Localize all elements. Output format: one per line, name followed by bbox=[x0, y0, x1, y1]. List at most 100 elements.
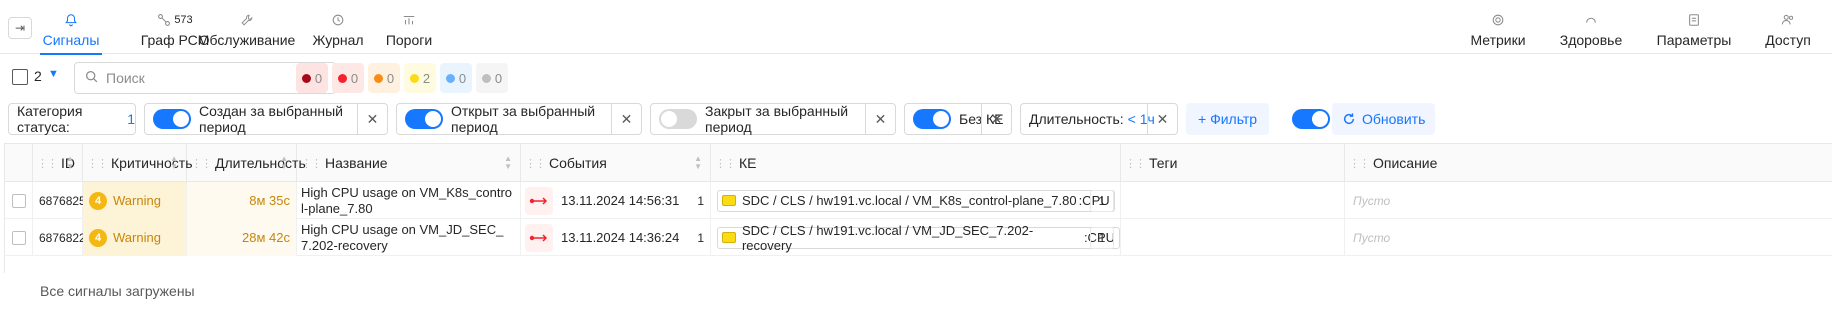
drag-handle-icon[interactable]: ⋮⋮ bbox=[87, 157, 108, 170]
tab-metrics[interactable]: Метрики bbox=[1468, 0, 1528, 54]
metrics-icon bbox=[1491, 12, 1505, 28]
auto-refresh-toggle[interactable] bbox=[1292, 109, 1330, 129]
drag-handle-icon[interactable]: ⋮⋮ bbox=[715, 157, 736, 170]
close-icon[interactable]: ✕ bbox=[865, 104, 895, 134]
closed-period-toggle[interactable] bbox=[659, 109, 697, 129]
criticality-level: 4 bbox=[89, 228, 107, 247]
event-count: 1 bbox=[697, 193, 704, 208]
ke-count[interactable]: 1 bbox=[1090, 226, 1114, 249]
refresh-button[interactable]: Обновить bbox=[1332, 103, 1436, 135]
history-icon bbox=[331, 12, 345, 28]
graph-count-badge: 573 bbox=[174, 14, 193, 26]
tab-thresholds[interactable]: Пороги bbox=[386, 0, 432, 54]
table-row[interactable]: 6876822 4 Warning 28м 42с High CPU usage… bbox=[5, 219, 1832, 256]
sort-icon[interactable]: ▲ ▼ bbox=[504, 155, 512, 171]
event-count: 1 bbox=[697, 230, 704, 245]
severity-filter-5[interactable]: 0 bbox=[476, 63, 508, 93]
tab-label: Параметры bbox=[1656, 32, 1732, 48]
cell-name[interactable]: High CPU usage on VM_JD_SEC_7.202-recove… bbox=[297, 219, 521, 256]
created-period-toggle[interactable] bbox=[153, 109, 191, 129]
cell-criticality: 4 Warning bbox=[83, 219, 187, 256]
severity-filter-4[interactable]: 0 bbox=[440, 63, 472, 93]
severity-filter-2[interactable]: 0 bbox=[368, 63, 400, 93]
drag-handle-icon[interactable]: ⋮⋮ bbox=[191, 157, 212, 170]
severity-dot-icon bbox=[409, 73, 419, 83]
tab-parameters[interactable]: Параметры bbox=[1656, 0, 1732, 54]
cell-description: Пусто bbox=[1345, 219, 1832, 256]
bell-icon bbox=[64, 12, 78, 28]
severity-filter-0[interactable]: 0 bbox=[296, 63, 328, 93]
filter-label: Категория статуса: bbox=[17, 103, 83, 135]
tab-label: Пороги bbox=[385, 32, 433, 48]
search-input[interactable] bbox=[106, 70, 326, 86]
tab-health[interactable]: Здоровье bbox=[1558, 0, 1624, 54]
sort-icon[interactable]: ▲ ▼ bbox=[170, 155, 178, 171]
column-header-description[interactable]: ⋮⋮ Описание bbox=[1345, 144, 1832, 182]
health-icon bbox=[1584, 12, 1598, 28]
severity-filter-1[interactable]: 0 bbox=[332, 63, 364, 93]
drag-handle-icon[interactable]: ⋮⋮ bbox=[525, 157, 546, 170]
tab-label: Журнал bbox=[312, 32, 364, 48]
cell-criticality: 4 Warning bbox=[83, 182, 187, 219]
refresh-icon bbox=[1342, 112, 1356, 126]
severity-dot-icon bbox=[373, 73, 383, 83]
status-category-filter[interactable]: Категория статуса: 1 bbox=[8, 103, 136, 135]
folder-icon bbox=[722, 195, 736, 206]
column-header-duration[interactable]: ⋮⋮ Длительность ▲ ▼ bbox=[187, 144, 306, 182]
column-header-criticality[interactable]: ⋮⋮ Критичность ▲ ▼ bbox=[83, 144, 193, 182]
event-arrow-icon bbox=[525, 223, 553, 252]
sort-icon[interactable]: ▲ ▼ bbox=[66, 155, 74, 171]
drag-handle-icon[interactable]: ⋮⋮ bbox=[37, 157, 58, 170]
ke-tag[interactable]: SDC / CLS / hw191.vc.local / VM_K8s_cont… bbox=[717, 189, 1115, 212]
ke-count[interactable]: 1 bbox=[1090, 189, 1114, 212]
close-icon[interactable]: ✕ bbox=[357, 104, 387, 134]
column-header-events[interactable]: ⋮⋮ События ▲ ▼ bbox=[521, 144, 711, 182]
column-header-tags[interactable]: ⋮⋮ Теги bbox=[1121, 144, 1345, 182]
column-header-name[interactable]: ⋮⋮ Название ▲ ▼ bbox=[297, 144, 521, 182]
signals-table: ⋮⋮ ID ▲ ▼ ⋮⋮ Критичность ▲ ▼ ⋮⋮ Длительнос… bbox=[4, 143, 1832, 273]
drag-handle-icon[interactable]: ⋮⋮ bbox=[1125, 157, 1146, 170]
no-ke-toggle[interactable] bbox=[913, 109, 951, 129]
sort-icon[interactable]: ▲ ▼ bbox=[280, 155, 288, 171]
graph-icon bbox=[158, 14, 171, 26]
cell-duration: 28м 42с bbox=[187, 219, 297, 256]
drag-handle-icon[interactable]: ⋮⋮ bbox=[301, 157, 322, 170]
column-header-id[interactable]: ⋮⋮ ID ▲ ▼ bbox=[33, 144, 83, 182]
opened-period-toggle[interactable] bbox=[405, 109, 443, 129]
ke-tag[interactable]: SDC / CLS / hw191.vc.local / VM_JD_SEC_7… bbox=[717, 223, 1120, 253]
sort-icon[interactable]: ▲ ▼ bbox=[694, 155, 702, 171]
severity-count: 2 bbox=[422, 70, 431, 86]
chevron-down-icon[interactable]: ▼ bbox=[48, 68, 59, 80]
tab-label: Метрики bbox=[1470, 32, 1526, 48]
close-icon[interactable]: ✕ bbox=[981, 104, 1011, 134]
add-filter-button[interactable]: + Фильтр bbox=[1186, 103, 1270, 135]
tab-label: Доступ bbox=[1765, 32, 1811, 48]
criticality-badge: 4 Warning bbox=[89, 191, 161, 210]
severity-dot-icon bbox=[301, 73, 311, 83]
drag-handle-icon[interactable]: ⋮⋮ bbox=[1349, 157, 1370, 170]
column-header-ke[interactable]: ⋮⋮ КЕ bbox=[711, 144, 1121, 182]
collapse-sidebar-icon[interactable]: ⇥ bbox=[8, 17, 32, 39]
severity-dot-icon bbox=[481, 73, 491, 83]
cell-name[interactable]: High CPU usage on VM_K8s_control-plane_7… bbox=[297, 182, 521, 219]
tab-label: Здоровье bbox=[1559, 32, 1623, 48]
selected-count: 2 bbox=[34, 68, 42, 84]
table-row[interactable]: 6876825 4 Warning 8м 35с High CPU usage … bbox=[5, 182, 1832, 219]
close-icon[interactable]: ✕ bbox=[611, 104, 641, 134]
row-checkbox[interactable] bbox=[11, 230, 26, 245]
closed-period-filter: Закрыт за выбранный период ✕ bbox=[650, 103, 896, 135]
tab-maintenance[interactable]: Обслуживание bbox=[199, 0, 295, 54]
tab-journal[interactable]: Журнал bbox=[312, 0, 364, 54]
cell-id: 6876822 bbox=[33, 219, 86, 256]
severity-filter-3[interactable]: 2 bbox=[404, 63, 436, 93]
duration-filter[interactable]: Длительность: < 1ч ✕ bbox=[1020, 103, 1178, 135]
close-icon[interactable]: ✕ bbox=[1147, 104, 1177, 134]
cell-tags bbox=[1121, 182, 1345, 219]
tab-access[interactable]: Доступ bbox=[1764, 0, 1812, 54]
toolbar: 2 ▼ 0 0 0 2 0 0 bbox=[0, 55, 1832, 99]
row-checkbox[interactable] bbox=[11, 193, 26, 208]
tab-signals[interactable]: Сигналы bbox=[40, 0, 102, 55]
severity-count: 0 bbox=[458, 70, 467, 86]
severity-count: 0 bbox=[350, 70, 359, 86]
select-all-checkbox[interactable] bbox=[12, 69, 28, 85]
